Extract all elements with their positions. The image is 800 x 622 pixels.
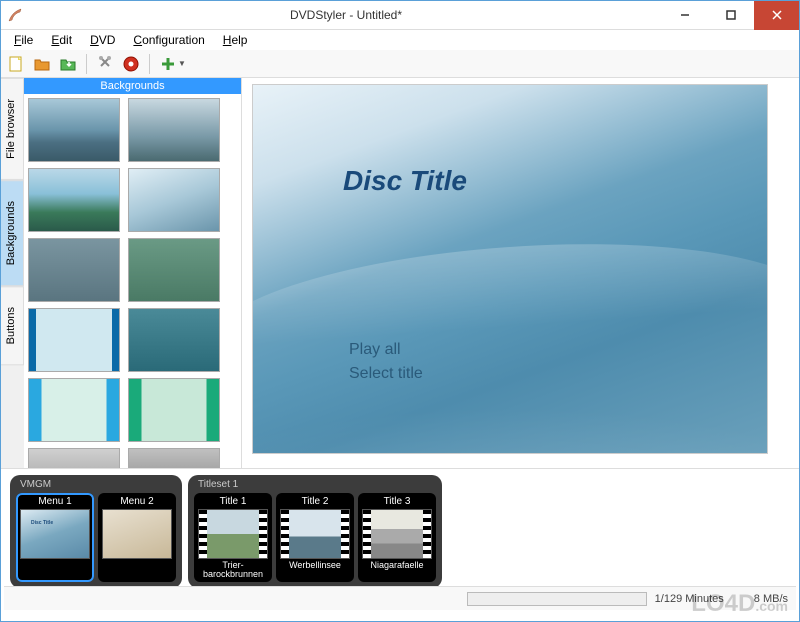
backgrounds-grid[interactable] [24, 94, 241, 468]
timeline[interactable]: VMGM Menu 1 Disc Title Menu 2 Titleset 1… [0, 468, 800, 586]
toolbar: ▼ [0, 50, 800, 78]
toolbar-separator [86, 54, 87, 74]
add-dropdown-arrow[interactable]: ▼ [178, 59, 186, 68]
minimize-button[interactable] [662, 0, 708, 30]
watermark: LO4D.com [691, 590, 788, 618]
open-button[interactable] [30, 52, 54, 76]
background-thumb[interactable] [128, 168, 220, 232]
timeline-menu-item[interactable]: Menu 2 [98, 493, 176, 582]
panel-header: Backgrounds [24, 78, 241, 94]
background-thumb[interactable] [28, 378, 120, 442]
menubar: File Edit DVD Configuration Help [0, 30, 800, 50]
side-tabs: File browser Backgrounds Buttons [0, 78, 24, 468]
backgrounds-panel: Backgrounds [24, 78, 242, 468]
timeline-item-title: Title 1 [220, 496, 247, 507]
timeline-item-title: Title 3 [384, 496, 411, 507]
side-tab-file-browser[interactable]: File browser [0, 78, 24, 180]
timeline-item-thumb [362, 509, 432, 559]
background-thumb[interactable] [28, 168, 120, 232]
preview-play-all[interactable]: Play all [349, 341, 401, 359]
timeline-item-caption: Niagarafaelle [370, 561, 423, 579]
timeline-item-thumb [280, 509, 350, 559]
timeline-group-label: VMGM [16, 479, 176, 493]
background-thumb[interactable] [128, 308, 220, 372]
save-button[interactable] [56, 52, 80, 76]
timeline-item-thumb: Disc Title [20, 509, 90, 559]
menu-preview[interactable]: Disc Title Play all Select title [252, 84, 768, 454]
menu-configuration[interactable]: Configuration [125, 31, 212, 49]
background-thumb[interactable] [28, 238, 120, 302]
background-thumb[interactable] [128, 448, 220, 468]
menu-dvd[interactable]: DVD [82, 31, 123, 49]
side-tab-buttons[interactable]: Buttons [0, 286, 24, 365]
timeline-item-title: Menu 1 [38, 496, 71, 507]
preview-area: Disc Title Play all Select title [242, 78, 800, 468]
window-controls [662, 0, 800, 30]
timeline-group-label: Titleset 1 [194, 479, 436, 493]
side-tab-backgrounds[interactable]: Backgrounds [0, 180, 24, 286]
timeline-menu-item[interactable]: Menu 1 Disc Title [16, 493, 94, 582]
menu-edit[interactable]: Edit [43, 31, 80, 49]
main-area: File browser Backgrounds Buttons Backgro… [0, 78, 800, 468]
timeline-group-titleset-1: Titleset 1 Title 1 Trier-barockbrunnen T… [188, 475, 442, 588]
status-progress [467, 592, 647, 606]
titlebar: DVDStyler - Untitled* [0, 0, 800, 30]
timeline-item-caption: Trier-barockbrunnen [198, 561, 268, 579]
timeline-group-vmgm: VMGM Menu 1 Disc Title Menu 2 [10, 475, 182, 588]
toolbar-separator-2 [149, 54, 150, 74]
new-button[interactable] [4, 52, 28, 76]
timeline-item-caption: Werbellinsee [289, 561, 341, 579]
menu-file[interactable]: File [6, 31, 41, 49]
background-thumb[interactable] [128, 98, 220, 162]
menu-help[interactable]: Help [215, 31, 256, 49]
background-thumb[interactable] [28, 98, 120, 162]
timeline-item-title: Title 2 [302, 496, 329, 507]
timeline-title-item[interactable]: Title 2 Werbellinsee [276, 493, 354, 582]
add-button[interactable] [156, 52, 180, 76]
background-thumb[interactable] [128, 378, 220, 442]
background-thumb[interactable] [28, 308, 120, 372]
statusbar: 1/129 Minutes 8 MB/s [4, 586, 796, 610]
close-button[interactable] [754, 0, 800, 30]
timeline-title-item[interactable]: Title 3 Niagarafaelle [358, 493, 436, 582]
burn-button[interactable] [119, 52, 143, 76]
background-thumb[interactable] [128, 238, 220, 302]
app-icon [0, 0, 30, 30]
timeline-title-item[interactable]: Title 1 Trier-barockbrunnen [194, 493, 272, 582]
settings-button[interactable] [93, 52, 117, 76]
timeline-item-thumb [102, 509, 172, 559]
timeline-item-title: Menu 2 [120, 496, 153, 507]
maximize-button[interactable] [708, 0, 754, 30]
preview-disc-title[interactable]: Disc Title [343, 165, 467, 197]
window-title: DVDStyler - Untitled* [30, 8, 662, 22]
background-thumb[interactable] [28, 448, 120, 468]
timeline-item-thumb [198, 509, 268, 559]
preview-select-title[interactable]: Select title [349, 365, 423, 383]
